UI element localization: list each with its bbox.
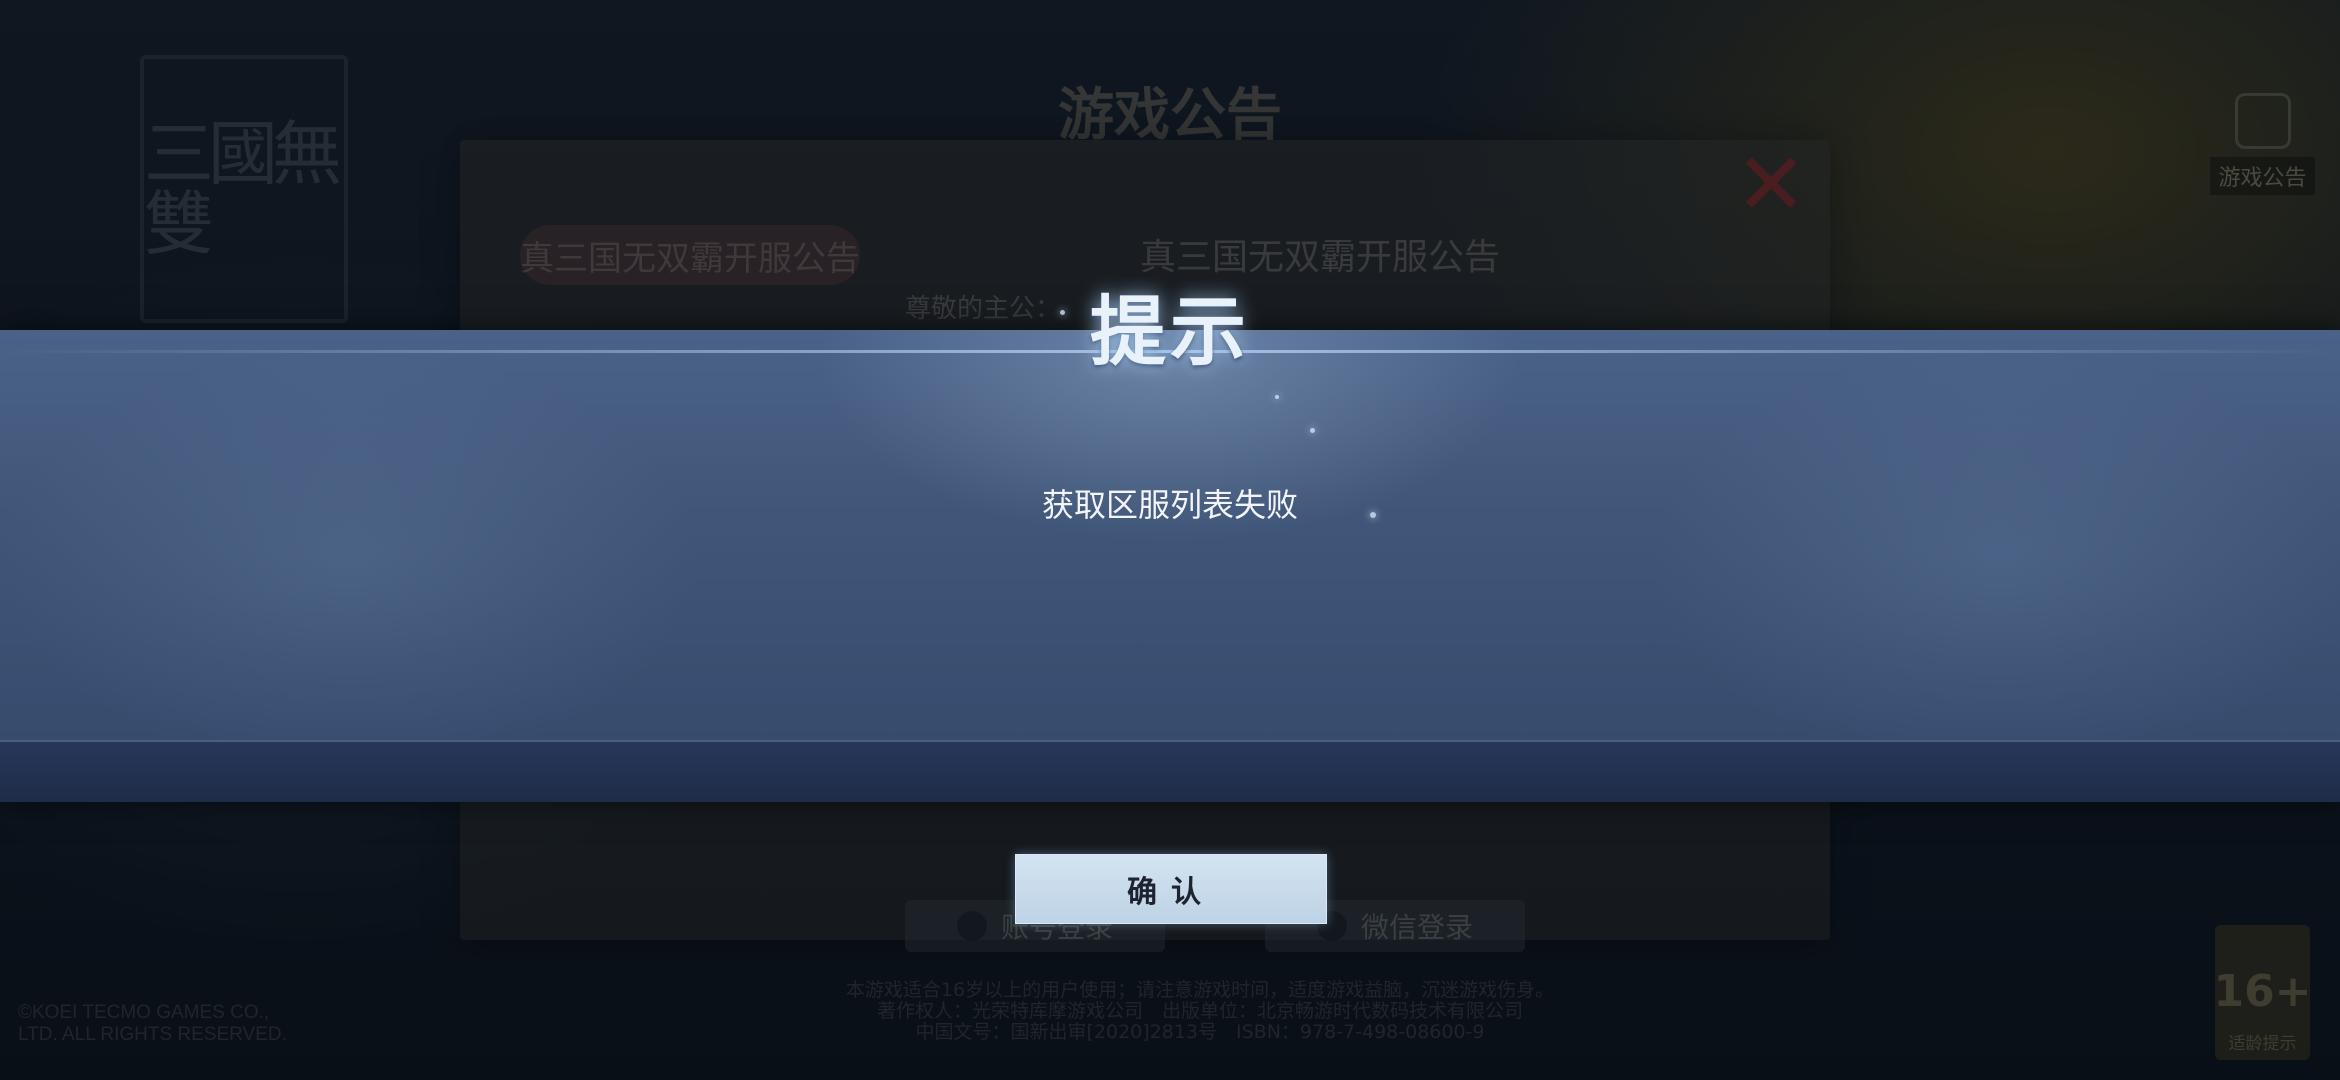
dialog-message: 获取区服列表失败 (1041, 486, 1298, 524)
dialog-bottom-strip (0, 740, 2340, 802)
confirm-button[interactable]: 确认 (1015, 854, 1327, 924)
dialog-panel (0, 330, 2340, 802)
sparkle-decoration (1310, 428, 1315, 433)
sparkle-decoration (1060, 310, 1065, 315)
sparkle-decoration (1275, 395, 1279, 399)
dialog-title: 提示 (1090, 287, 1250, 376)
